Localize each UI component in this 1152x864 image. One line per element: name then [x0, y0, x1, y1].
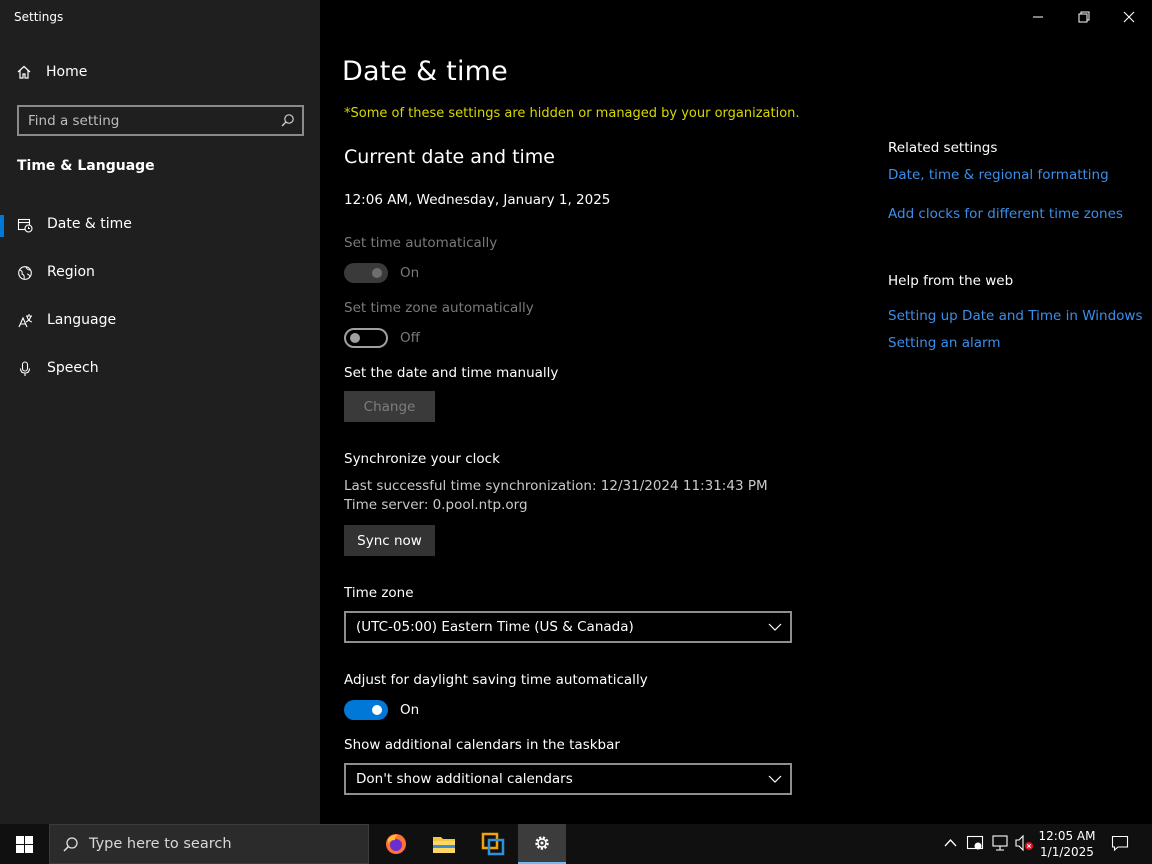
close-icon — [1123, 11, 1135, 23]
close-button[interactable] — [1118, 6, 1140, 28]
virtual-machine-taskbar-button[interactable] — [469, 824, 517, 864]
start-button[interactable] — [0, 824, 48, 864]
sidebar-item-label: Language — [47, 312, 117, 328]
link-add-clocks[interactable]: Add clocks for different time zones — [888, 206, 1123, 222]
dst-label: Adjust for daylight saving time automati… — [344, 672, 648, 688]
security-tray-icon[interactable] — [966, 834, 984, 852]
calendar-clock-icon — [17, 218, 33, 233]
manual-time-label: Set the date and time manually — [344, 365, 559, 381]
sidebar-item-label: Speech — [47, 360, 99, 376]
sidebar-item-speech[interactable]: Speech — [0, 349, 320, 389]
chevron-down-icon — [768, 623, 782, 631]
time-zone-label: Time zone — [344, 585, 414, 601]
firefox-icon — [386, 834, 406, 854]
set-timezone-auto-toggle[interactable] — [344, 328, 388, 348]
current-datetime: 12:06 AM, Wednesday, January 1, 2025 — [344, 192, 611, 208]
search-icon[interactable] — [280, 113, 295, 128]
sidebar-item-region[interactable]: Region — [0, 253, 320, 293]
time-zone-value: (UTC-05:00) Eastern Time (US & Canada) — [356, 619, 634, 635]
restore-icon — [1078, 11, 1090, 23]
minimize-icon — [1033, 16, 1043, 18]
sidebar-item-label: Date & time — [47, 216, 132, 232]
link-regional-formatting[interactable]: Date, time & regional formatting — [888, 167, 1109, 183]
home-nav[interactable]: Home — [16, 64, 87, 80]
windows-logo-icon — [15, 835, 33, 853]
set-time-auto-toggle[interactable] — [344, 263, 388, 283]
set-timezone-auto-state: Off — [400, 330, 420, 346]
taskbar-clock[interactable]: 12:05 AM 1/1/2025 — [1036, 828, 1098, 860]
set-time-auto-label: Set time automatically — [344, 235, 498, 251]
current-date-time-heading: Current date and time — [344, 146, 555, 168]
clock-time: 12:05 AM — [1038, 829, 1096, 843]
globe-icon — [18, 266, 32, 280]
microphone-icon — [19, 361, 31, 376]
restore-button[interactable] — [1073, 6, 1095, 28]
app-title: Settings — [14, 10, 64, 24]
taskbar-search[interactable]: Type here to search — [49, 824, 369, 864]
organization-notice: *Some of these settings are hidden or ma… — [344, 106, 800, 121]
change-button[interactable]: Change — [344, 391, 435, 422]
time-zone-dropdown[interactable]: (UTC-05:00) Eastern Time (US & Canada) — [344, 611, 792, 643]
settings-window: Settings Home Time & Language Date & tim… — [0, 0, 1152, 824]
language-icon — [18, 314, 33, 328]
clock-date: 1/1/2025 — [1040, 845, 1094, 859]
section-title: Time & Language — [17, 158, 155, 174]
sidebar-item-language[interactable]: Language — [0, 301, 320, 341]
taskbar: Type here to search 12:05 AM 1/1/2025 — [0, 824, 1152, 864]
file-explorer-taskbar-button[interactable] — [420, 824, 468, 864]
time-server-text: Time server: 0.pool.ntp.org — [344, 497, 528, 513]
additional-calendars-dropdown[interactable]: Don't show additional calendars — [344, 763, 792, 795]
dst-state: On — [400, 702, 420, 718]
find-setting-search[interactable] — [17, 105, 304, 136]
link-setting-up-date-time[interactable]: Setting up Date and Time in Windows — [888, 308, 1142, 324]
sync-now-button[interactable]: Sync now — [344, 525, 435, 556]
link-setting-alarm[interactable]: Setting an alarm — [888, 335, 1001, 351]
sidebar-item-date-time[interactable]: Date & time — [0, 205, 320, 245]
minimize-button[interactable] — [1027, 6, 1049, 28]
volume-muted-icon[interactable] — [1014, 834, 1034, 852]
additional-calendars-value: Don't show additional calendars — [356, 771, 573, 787]
help-heading: Help from the web — [888, 273, 1014, 289]
taskbar-search-placeholder: Type here to search — [89, 836, 232, 852]
related-settings-heading: Related settings — [888, 140, 998, 156]
folder-icon — [433, 837, 455, 853]
page-title: Date & time — [342, 56, 508, 87]
sidebar: Settings Home Time & Language Date & tim… — [0, 0, 320, 824]
chevron-down-icon — [768, 775, 782, 783]
firefox-taskbar-button[interactable] — [372, 824, 420, 864]
gear-icon — [535, 836, 549, 850]
find-setting-input[interactable] — [28, 112, 268, 130]
main-panel: Date & time *Some of these settings are … — [320, 0, 1152, 824]
settings-taskbar-button[interactable] — [518, 824, 566, 864]
sync-heading: Synchronize your clock — [344, 451, 500, 467]
sidebar-item-label: Region — [47, 264, 95, 280]
home-label: Home — [46, 64, 88, 80]
chevron-up-icon[interactable] — [944, 838, 957, 848]
last-sync-text: Last successful time synchronization: 12… — [344, 478, 768, 494]
home-icon — [17, 65, 31, 79]
network-icon[interactable] — [991, 834, 1009, 852]
action-center-icon[interactable] — [1111, 834, 1129, 852]
dst-toggle[interactable] — [344, 700, 388, 720]
additional-calendars-label: Show additional calendars in the taskbar — [344, 737, 620, 753]
virtual-machine-icon — [481, 832, 505, 856]
set-time-auto-state: On — [400, 265, 420, 281]
set-timezone-auto-label: Set time zone automatically — [344, 300, 534, 316]
search-icon — [63, 837, 78, 852]
